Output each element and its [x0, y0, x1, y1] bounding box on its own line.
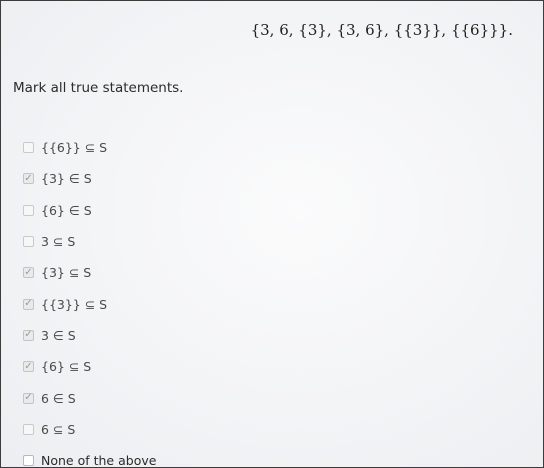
option-label: {3} ⊆ S — [41, 265, 92, 281]
question-panel: {3, 6, {3}, {3, 6}, {{3}}, {{6}}}. Mark … — [0, 0, 544, 468]
option-label: {{3}} ⊆ S — [41, 296, 108, 312]
options-list: {{6}} ⊆ S ✓ {3} ∈ S {6} ∈ S 3 ⊆ S ✓ {3} … — [23, 132, 157, 468]
option-label: None of the above — [41, 453, 157, 468]
option-label: 3 ⊆ S — [41, 234, 76, 250]
option-label: 6 ⊆ S — [41, 421, 76, 437]
set-definition: {3, 6, {3}, {3, 6}, {{3}}, {{6}}}. — [250, 21, 513, 39]
option-7[interactable]: ✓ {6} ⊆ S — [23, 351, 156, 382]
checkbox-checked-icon[interactable]: ✓ — [23, 392, 34, 404]
checkbox-unchecked-icon[interactable] — [23, 236, 34, 248]
checkbox-checked-icon[interactable]: ✓ — [23, 361, 34, 373]
option-8[interactable]: ✓ 6 ∈ S — [23, 382, 156, 413]
option-label: {6} ⊆ S — [41, 359, 92, 375]
option-label: 6 ∈ S — [41, 390, 76, 406]
checkbox-checked-icon[interactable]: ✓ — [23, 329, 34, 341]
option-5[interactable]: ✓ {{3}} ⊆ S — [23, 288, 156, 319]
checkbox-checked-icon[interactable]: ✓ — [23, 298, 34, 310]
option-none-of-the-above[interactable]: None of the above — [23, 445, 157, 468]
option-0[interactable]: {{6}} ⊆ S — [23, 132, 156, 163]
question-prompt: Mark all true statements. — [13, 80, 184, 96]
checkbox-unchecked-icon[interactable] — [23, 455, 34, 467]
option-label: {6} ∈ S — [41, 202, 92, 218]
checkbox-unchecked-icon[interactable] — [23, 142, 34, 154]
option-label: 3 ∈ S — [41, 327, 76, 343]
checkbox-unchecked-icon[interactable] — [23, 423, 34, 435]
checkbox-checked-icon[interactable]: ✓ — [23, 267, 34, 279]
checkbox-checked-icon[interactable]: ✓ — [23, 173, 34, 185]
option-label: {3} ∈ S — [41, 171, 92, 187]
option-6[interactable]: ✓ 3 ∈ S — [23, 320, 156, 351]
option-4[interactable]: ✓ {3} ⊆ S — [23, 257, 156, 288]
option-3[interactable]: 3 ⊆ S — [23, 226, 156, 257]
checkbox-unchecked-icon[interactable] — [23, 204, 34, 216]
option-label: {{6}} ⊆ S — [41, 140, 108, 156]
option-1[interactable]: ✓ {3} ∈ S — [23, 163, 156, 194]
option-2[interactable]: {6} ∈ S — [23, 195, 156, 226]
option-9[interactable]: 6 ⊆ S — [23, 414, 156, 445]
